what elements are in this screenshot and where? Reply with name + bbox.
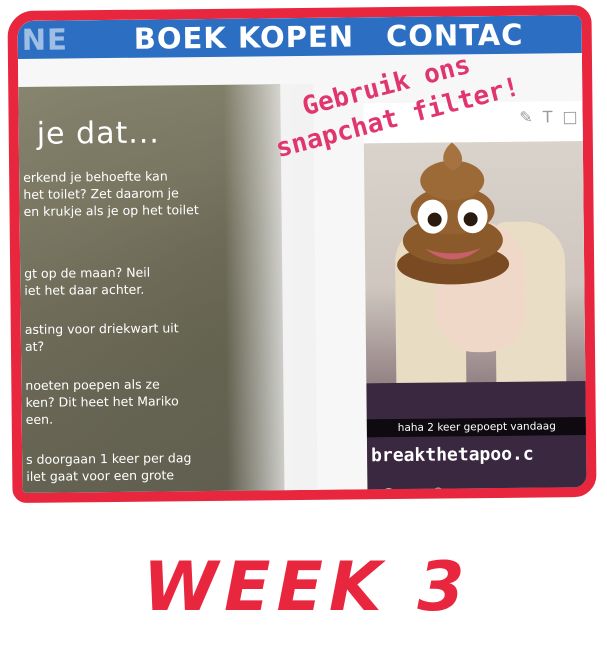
website-screenshot: NE BOEK KOPEN CONTAC je dat... erkend je…	[17, 15, 588, 504]
nav-link-contact[interactable]: CONTAC	[386, 18, 524, 53]
shirt	[366, 381, 588, 504]
text-icon[interactable]: T	[543, 107, 553, 126]
article-title: je dat...	[36, 115, 161, 152]
nav-link-home[interactable]: NE	[22, 22, 102, 56]
poop-emoji-icon	[397, 142, 510, 285]
crop-icon[interactable]: □	[562, 107, 577, 126]
fact-item: erkend je behoefte kan het toilet? Zet d…	[23, 168, 199, 219]
screenshot-frame: NE BOEK KOPEN CONTAC je dat... erkend je…	[7, 4, 597, 504]
timer-icon[interactable]: ◯	[381, 487, 396, 502]
snapchat-caption: haha 2 keer gepoept vandaag	[366, 417, 587, 438]
snapchat-tools: ✎ T □	[519, 107, 578, 127]
week-label: WEEK 3	[143, 548, 471, 627]
snapchat-hashtag: breakthetapoo.c	[371, 443, 534, 467]
fact-item: s doorgaan 1 keer per dag ilet gaat voor…	[26, 450, 192, 484]
snapchat-bottom-icons: ◯ ✕ ◯	[381, 487, 445, 503]
save-icon[interactable]: ◯	[431, 487, 446, 502]
fact-item: gt op de maan? Neil iet het daar achter.	[24, 264, 151, 298]
pencil-icon[interactable]: ✎	[519, 108, 533, 127]
fact-item: noeten poepen als ze ken? Dit heet het M…	[25, 376, 179, 427]
close-icon[interactable]: ✕	[408, 487, 419, 502]
top-navigation: NE BOEK KOPEN CONTAC	[17, 15, 582, 59]
fact-item: asting voor driekwart uit at?	[24, 320, 179, 354]
nav-link-buy-book[interactable]: BOEK KOPEN	[134, 19, 355, 55]
